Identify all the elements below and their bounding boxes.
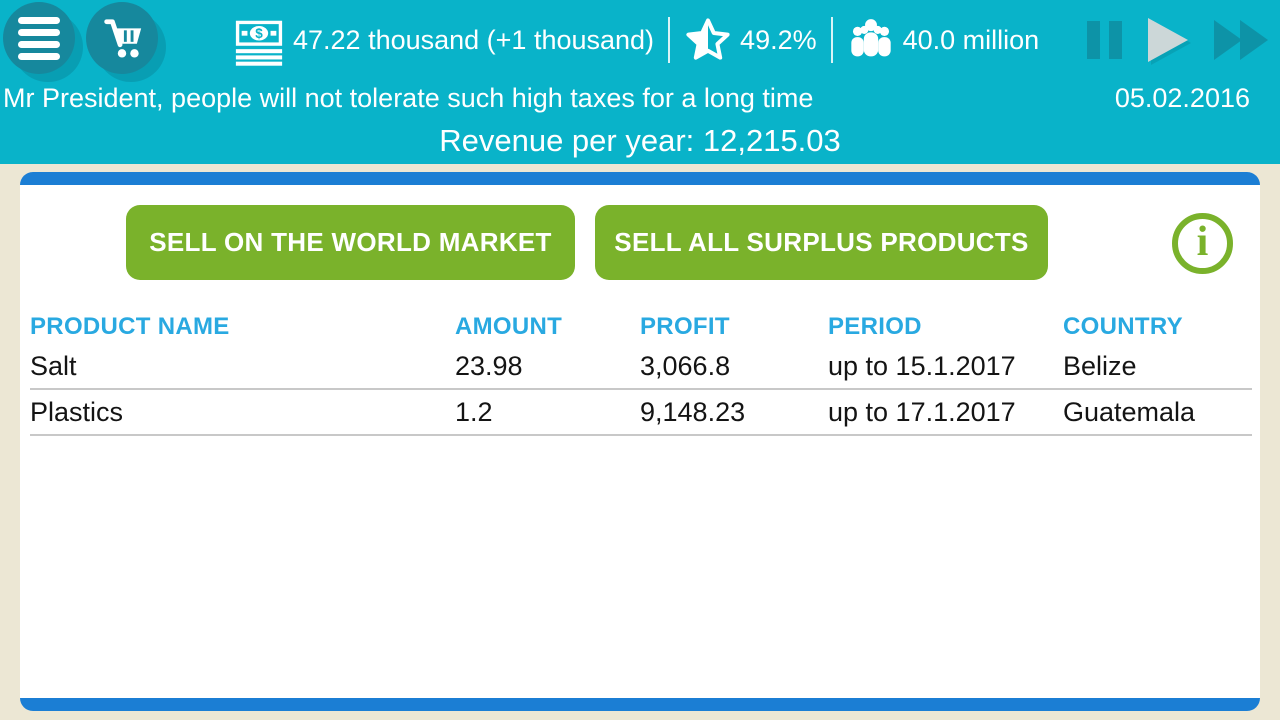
stats-bar: $ 47.22 thousand (+1 thousand) 49.2% bbox=[233, 0, 1039, 80]
info-button[interactable]: i bbox=[1172, 213, 1233, 274]
top-bar: $ 47.22 thousand (+1 thousand) 49.2% bbox=[0, 0, 1280, 164]
population-value: 40.0 million bbox=[903, 25, 1040, 56]
cell-amount: 1.2 bbox=[455, 397, 640, 428]
cell-product-name: Salt bbox=[30, 351, 455, 382]
table-row: Salt 23.98 3,066.8 up to 15.1.2017 Beliz… bbox=[30, 344, 1252, 390]
panel-top-border bbox=[20, 172, 1260, 185]
pause-button[interactable] bbox=[1087, 21, 1122, 59]
population-stat: 40.0 million bbox=[847, 17, 1040, 63]
revenue-per-year: Revenue per year: 12,215.03 bbox=[0, 123, 1280, 159]
cart-icon bbox=[99, 15, 145, 61]
col-country: COUNTRY bbox=[1063, 313, 1252, 341]
cell-period: up to 15.1.2017 bbox=[828, 351, 1063, 382]
approval-stat: 49.2% bbox=[684, 16, 817, 64]
money-icon: $ bbox=[233, 14, 285, 66]
money-stat: $ 47.22 thousand (+1 thousand) bbox=[233, 14, 654, 66]
fast-forward-icon bbox=[1214, 20, 1268, 60]
sell-world-market-button[interactable]: SELL ON THE WORLD MARKET bbox=[126, 205, 575, 280]
divider bbox=[668, 17, 670, 63]
pause-icon bbox=[1087, 21, 1122, 59]
cell-period: up to 17.1.2017 bbox=[828, 397, 1063, 428]
world-market-panel: SELL ON THE WORLD MARKET SELL ALL SURPLU… bbox=[20, 172, 1260, 711]
table-row: Plastics 1.2 9,148.23 up to 17.1.2017 Gu… bbox=[30, 390, 1252, 436]
sell-all-surplus-button[interactable]: SELL ALL SURPLUS PRODUCTS bbox=[595, 205, 1048, 280]
fast-forward-button[interactable] bbox=[1214, 20, 1268, 60]
money-value: 47.22 thousand (+1 thousand) bbox=[293, 25, 654, 56]
cell-amount: 23.98 bbox=[455, 351, 640, 382]
cell-profit: 3,066.8 bbox=[640, 351, 828, 382]
svg-text:$: $ bbox=[255, 26, 263, 41]
col-profit: PROFIT bbox=[640, 313, 828, 341]
col-amount: AMOUNT bbox=[455, 313, 640, 341]
game-screen: $ 47.22 thousand (+1 thousand) 49.2% bbox=[0, 0, 1280, 720]
cell-product-name: Plastics bbox=[30, 397, 455, 428]
divider bbox=[831, 17, 833, 63]
cell-country: Guatemala bbox=[1063, 397, 1252, 428]
menu-button[interactable] bbox=[3, 2, 75, 74]
cell-country: Belize bbox=[1063, 351, 1252, 382]
play-icon bbox=[1148, 18, 1188, 62]
play-button[interactable] bbox=[1148, 18, 1188, 62]
population-icon bbox=[847, 17, 895, 63]
ticker-row: Mr President, people will not tolerate s… bbox=[3, 83, 1250, 114]
star-icon bbox=[684, 16, 732, 64]
contracts-table: PRODUCT NAME AMOUNT PROFIT PERIOD COUNTR… bbox=[30, 310, 1252, 436]
cell-profit: 9,148.23 bbox=[640, 397, 828, 428]
menu-icon bbox=[18, 17, 60, 60]
shop-button[interactable] bbox=[86, 2, 158, 74]
info-icon: i bbox=[1197, 221, 1209, 263]
table-header-row: PRODUCT NAME AMOUNT PROFIT PERIOD COUNTR… bbox=[30, 310, 1252, 344]
advisor-message: Mr President, people will not tolerate s… bbox=[3, 83, 813, 114]
approval-value: 49.2% bbox=[740, 25, 817, 56]
game-date: 05.02.2016 bbox=[1115, 83, 1250, 114]
col-period: PERIOD bbox=[828, 313, 1063, 341]
col-product-name: PRODUCT NAME bbox=[30, 313, 455, 341]
time-controls bbox=[1087, 0, 1268, 80]
panel-bottom-border bbox=[20, 698, 1260, 711]
